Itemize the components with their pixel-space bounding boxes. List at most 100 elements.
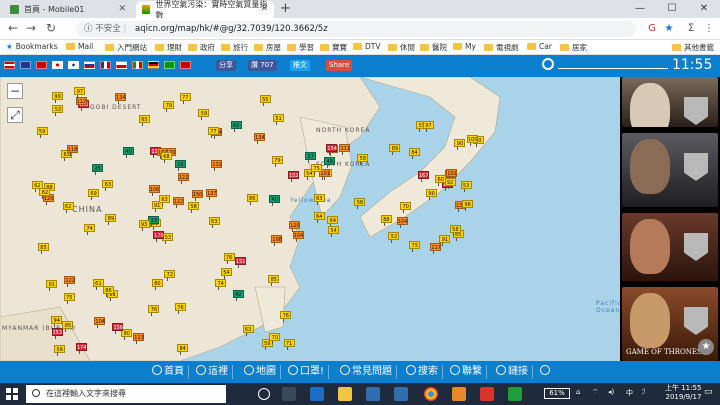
line-icon[interactable] [508, 387, 522, 401]
aqi-marker[interactable]: 74 [215, 278, 227, 290]
aqi-marker[interactable]: 91 [439, 234, 451, 246]
aqi-marker[interactable]: 167 [417, 171, 429, 183]
store-icon[interactable] [366, 387, 380, 401]
like-button[interactable]: 讚 707 [248, 60, 277, 71]
aqi-marker[interactable]: 89 [389, 144, 401, 156]
ad-card-sansa[interactable] [622, 213, 718, 281]
chrome-icon[interactable] [424, 387, 438, 401]
aqi-marker[interactable]: 58 [188, 201, 200, 213]
aqi-marker[interactable]: 156 [112, 322, 124, 334]
aqi-marker[interactable]: 63 [102, 180, 114, 192]
aqi-marker[interactable]: 81 [46, 279, 58, 291]
back-icon[interactable]: ← [4, 21, 22, 35]
app-icon[interactable] [452, 387, 466, 401]
aqi-marker[interactable]: 40 [269, 195, 281, 207]
aqi-marker[interactable]: 77 [179, 93, 191, 105]
aqi-marker[interactable]: 90 [454, 138, 466, 150]
ad-card-daenerys[interactable] [622, 77, 718, 127]
flag-icon[interactable] [132, 61, 143, 69]
aqi-marker[interactable]: 64 [313, 211, 325, 223]
aqi-marker[interactable]: 113 [133, 332, 145, 344]
aqi-marker[interactable]: 76 [148, 304, 160, 316]
aqi-marker[interactable]: 93 [138, 219, 150, 231]
aqi-marker[interactable]: 82 [39, 188, 51, 200]
tab-aqicn[interactable]: 世界空氣污染：實時空氣質量指數 ✕ [136, 0, 274, 20]
aqi-marker[interactable]: 111 [339, 143, 351, 155]
other-bookmarks[interactable]: 其他書籤 [672, 42, 714, 53]
aqi-marker[interactable]: 106 [148, 185, 160, 197]
aqi-marker[interactable]: 122 [64, 276, 76, 288]
menu-icon[interactable]: ⋮ [702, 22, 716, 36]
windows-start-icon[interactable] [6, 388, 18, 400]
google-share-button[interactable]: Share [326, 60, 353, 71]
aqi-marker[interactable]: 85 [37, 243, 49, 255]
bookmark-folder[interactable]: 休閒 [388, 42, 415, 53]
minimize-icon[interactable]: — [624, 0, 656, 18]
aqi-marker[interactable]: 90 [426, 188, 438, 200]
cortana-icon[interactable] [258, 388, 270, 400]
bookmark-folder[interactable]: Mail [66, 42, 93, 51]
aqi-marker[interactable]: 84 [177, 344, 189, 356]
aqi-marker[interactable]: 76 [223, 253, 235, 265]
flag-icon[interactable] [52, 61, 63, 69]
aqi-marker[interactable]: 69 [88, 189, 100, 201]
aqi-marker[interactable]: 76 [175, 302, 187, 314]
aqi-marker[interactable]: 75 [409, 241, 421, 253]
aqi-marker[interactable]: 137 [206, 188, 218, 200]
aqi-marker[interactable]: 151 [234, 256, 246, 268]
aqi-marker[interactable]: 58 [357, 154, 369, 166]
aqi-marker[interactable]: 152 [287, 171, 299, 183]
flag-icon[interactable] [68, 61, 79, 69]
tab-mobile01[interactable]: 首頁 - Mobile01 ✕ [4, 1, 132, 18]
aqi-marker[interactable]: 118 [66, 145, 78, 157]
aqi-marker[interactable]: 86 [102, 286, 114, 298]
bookmark-folder[interactable]: 醫院 [420, 42, 447, 53]
aqi-marker[interactable]: 150 [191, 189, 203, 201]
wifi-icon[interactable]: ⌔ [592, 388, 599, 397]
flag-icon[interactable] [84, 61, 95, 69]
bookmark-folder[interactable]: Car [527, 42, 552, 51]
ime-icon[interactable]: 中 [626, 388, 633, 398]
bookmark-folder[interactable]: 房屋 [254, 42, 281, 53]
aqi-marker[interactable]: 42 [232, 290, 244, 302]
close-icon[interactable]: ✕ [118, 4, 126, 14]
aqi-marker[interactable]: 65 [138, 115, 150, 127]
tweet-button[interactable]: 推文 [290, 60, 310, 71]
aqi-marker[interactable]: 52 [388, 231, 400, 243]
ime-mode-icon[interactable]: ℐ [642, 388, 645, 396]
aqi-marker[interactable]: 85 [62, 320, 74, 332]
close-icon[interactable]: ✕ [260, 4, 268, 14]
aqi-marker[interactable]: 70 [269, 333, 281, 345]
notification-icon[interactable]: ▭ [704, 387, 713, 397]
bookmark-folder[interactable]: 入門網站 [105, 42, 147, 53]
mail-icon[interactable] [394, 387, 408, 401]
aqi-marker[interactable]: 40 [123, 147, 135, 159]
aqi-marker[interactable]: 74 [84, 224, 96, 236]
aqi-marker[interactable]: 85 [268, 274, 280, 286]
flag-icon[interactable] [20, 61, 31, 69]
flag-icon[interactable] [148, 61, 159, 69]
bookmark-folder[interactable]: DTV [353, 42, 381, 51]
aqi-marker[interactable]: 88 [380, 215, 392, 227]
aqi-marker[interactable]: 62 [62, 202, 74, 214]
aqi-marker[interactable]: 53 [52, 104, 64, 116]
nav-here[interactable]: 這裡 [196, 365, 233, 379]
aqi-marker[interactable]: 59 [198, 109, 210, 121]
aqi-marker[interactable]: 84 [409, 147, 421, 159]
task-view-icon[interactable] [282, 387, 296, 401]
nav-map[interactable]: 地圖 [244, 365, 281, 379]
bookmark-folder[interactable]: 學習 [287, 42, 314, 53]
flag-icon[interactable] [116, 61, 127, 69]
aqi-marker[interactable]: 86 [246, 194, 258, 206]
aqi-marker[interactable]: 132 [211, 160, 223, 171]
aqi-marker[interactable]: 55 [259, 94, 271, 106]
file-explorer-icon[interactable] [338, 387, 352, 401]
star-icon[interactable]: ★ [698, 339, 714, 355]
address-field[interactable]: ⓘ 不安全 | aqicn.org/map/hk/#@g/32.7039/120… [76, 21, 636, 37]
bookmark-folder[interactable]: 寶寶 [320, 42, 347, 53]
aqi-marker[interactable]: 101 [446, 169, 458, 181]
edge-icon[interactable] [310, 387, 324, 401]
aqi-marker[interactable]: 104 [94, 316, 106, 328]
aqi-marker[interactable]: 134 [254, 133, 266, 145]
aqi-marker[interactable]: 63 [242, 324, 254, 336]
